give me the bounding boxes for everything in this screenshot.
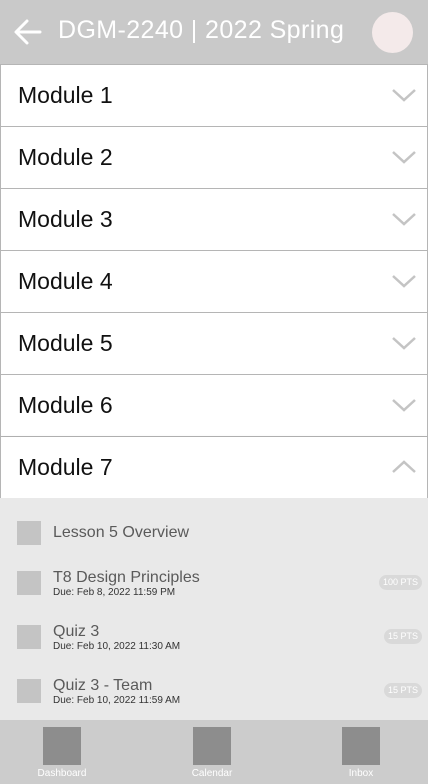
- chevron-up-icon: [392, 460, 416, 473]
- nav-label: Dashboard: [37, 768, 87, 779]
- item-title: T8 Design Principles: [53, 569, 200, 586]
- points-badge: 15 PTS: [383, 629, 422, 644]
- points-badge: 15 PTS: [383, 683, 422, 698]
- module-label: Module 4: [18, 268, 113, 294]
- module-row-3[interactable]: Module 3: [0, 189, 428, 251]
- bottom-nav: Dashboard Calendar Inbox: [0, 720, 428, 784]
- module-label: Module 3: [18, 206, 113, 232]
- dashboard-icon: [43, 727, 81, 765]
- chevron-down-icon: [392, 275, 416, 288]
- quiz-icon: [17, 625, 41, 649]
- module-row-2[interactable]: Module 2: [0, 127, 428, 189]
- item-title: Lesson 5 Overview: [53, 524, 190, 541]
- avatar[interactable]: [372, 12, 413, 53]
- nav-dashboard[interactable]: Dashboard: [17, 720, 107, 784]
- module-label: Module 2: [18, 144, 113, 170]
- module-row-5[interactable]: Module 5: [0, 313, 428, 375]
- nav-label: Calendar: [191, 768, 233, 779]
- nav-inbox[interactable]: Inbox: [316, 720, 406, 784]
- item-due-date: Due: Feb 8, 2022 11:59 PM: [53, 587, 176, 598]
- inbox-icon: [342, 727, 380, 765]
- course-title: DGM-2240 | 2022 Spring: [58, 16, 345, 44]
- module-row-6[interactable]: Module 6: [0, 375, 428, 437]
- back-button[interactable]: [12, 17, 44, 47]
- chevron-down-icon: [392, 151, 416, 164]
- nav-calendar[interactable]: Calendar: [167, 720, 257, 784]
- module-label: Module 5: [18, 330, 113, 356]
- module-row-1[interactable]: Module 1: [0, 64, 428, 127]
- module-accordion: Module 1 Module 2 Module 3 Module 4 Modu…: [0, 64, 428, 499]
- chevron-down-icon: [392, 89, 416, 102]
- quiz-icon: [17, 679, 41, 703]
- nav-label: Inbox: [348, 768, 374, 779]
- item-title: Quiz 3 - Team: [53, 677, 153, 694]
- module-label: Module 1: [18, 82, 113, 108]
- item-due-date: Due: Feb 10, 2022 11:59 AM: [53, 695, 181, 706]
- chevron-down-icon: [392, 337, 416, 350]
- calendar-icon: [193, 727, 231, 765]
- module-label: Module 7: [18, 454, 113, 480]
- points-badge: 100 PTS: [378, 575, 422, 590]
- chevron-down-icon: [392, 399, 416, 412]
- assignment-icon: [17, 571, 41, 595]
- item-due-date: Due: Feb 10, 2022 11:30 AM: [53, 641, 181, 652]
- module-row-7[interactable]: Module 7: [0, 437, 428, 499]
- module-label: Module 6: [18, 392, 113, 418]
- page-icon: [17, 521, 41, 545]
- module-row-4[interactable]: Module 4: [0, 251, 428, 313]
- item-title: Quiz 3: [53, 623, 100, 640]
- arrow-left-icon: [14, 19, 42, 45]
- app-header: DGM-2240 | 2022 Spring: [0, 0, 428, 64]
- chevron-down-icon: [392, 213, 416, 226]
- module-7-content: Lesson 5 Overview T8 Design Principles D…: [0, 498, 428, 720]
